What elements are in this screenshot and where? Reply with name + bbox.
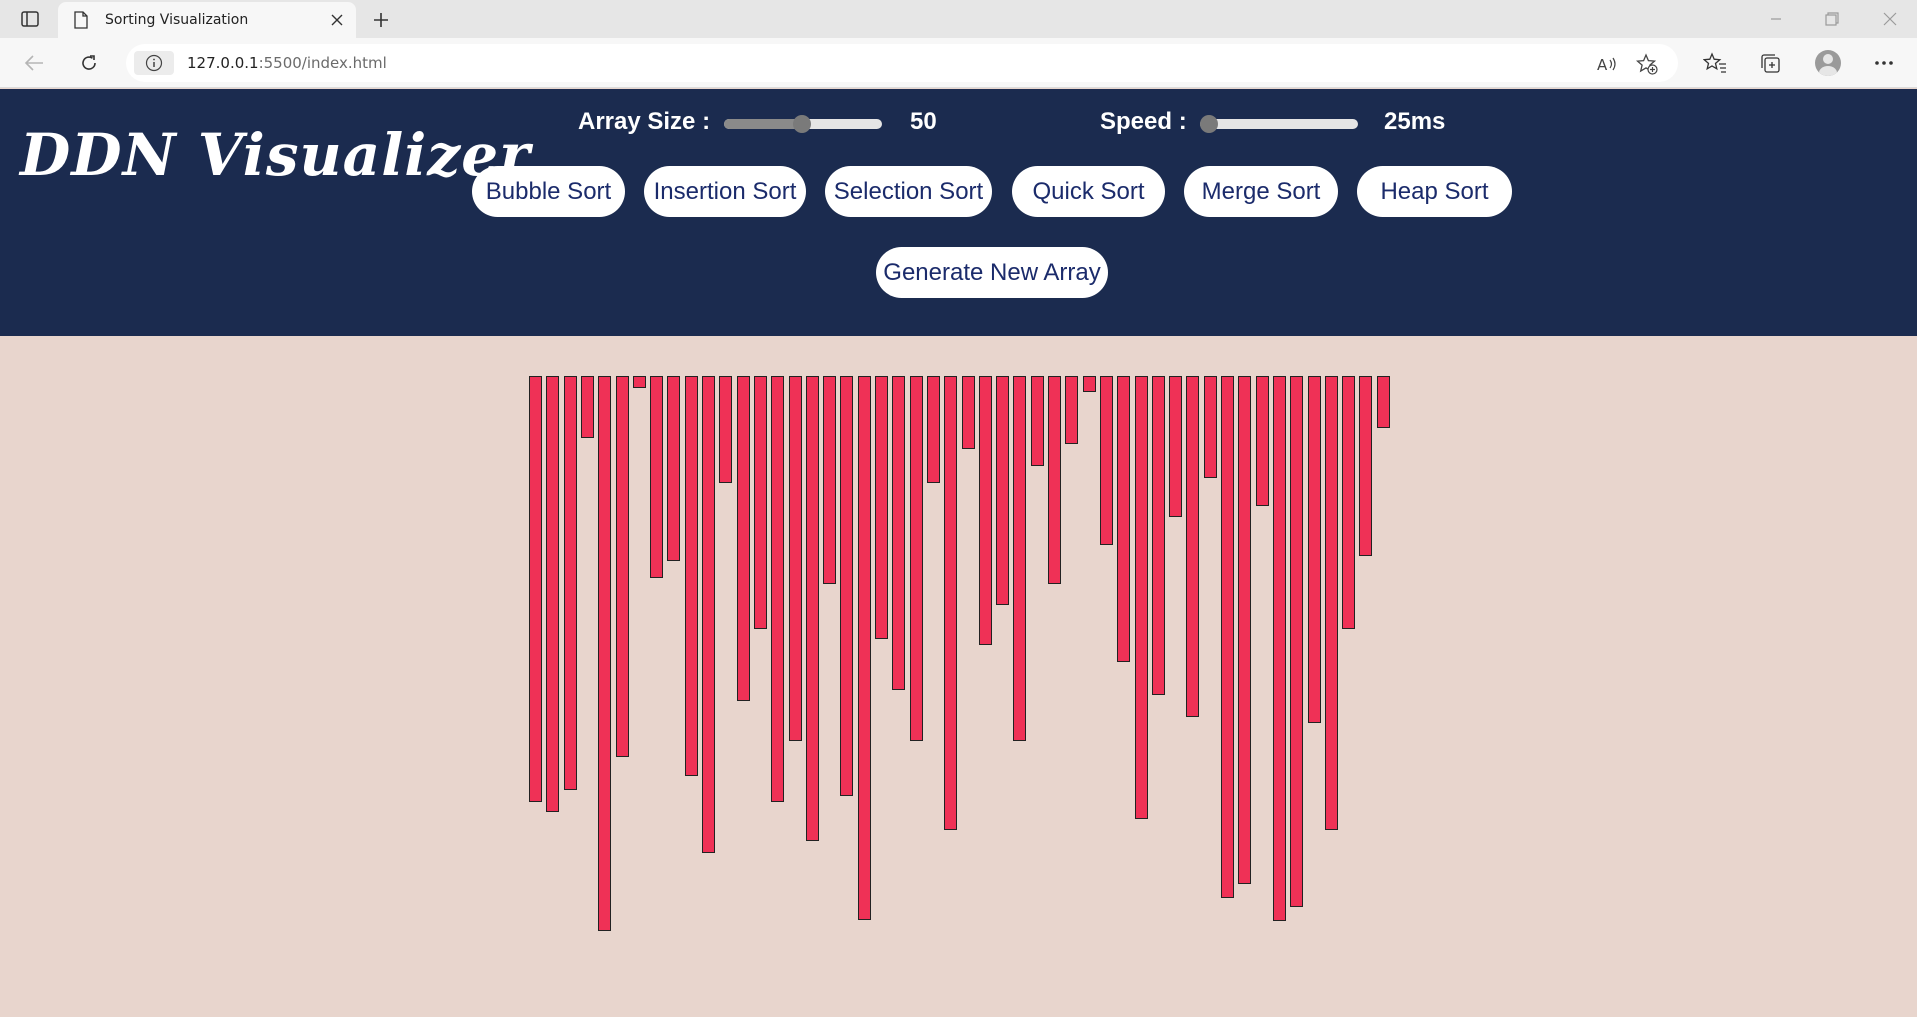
array-bar xyxy=(1238,376,1251,884)
array-bar xyxy=(1377,376,1390,428)
new-tab-button[interactable] xyxy=(367,6,395,34)
array-bar xyxy=(823,376,836,584)
array-bar xyxy=(944,376,957,830)
array-bar xyxy=(789,376,802,741)
array-bar xyxy=(1290,376,1303,907)
array-bar xyxy=(1221,376,1234,898)
array-bar xyxy=(737,376,750,701)
merge-sort-button[interactable]: Merge Sort xyxy=(1184,166,1338,217)
array-bar xyxy=(1100,376,1113,545)
array-bar xyxy=(529,376,542,802)
array-bar xyxy=(1308,376,1321,723)
array-bar xyxy=(719,376,732,483)
close-window-icon[interactable] xyxy=(1868,4,1912,34)
array-bar xyxy=(1065,376,1078,444)
more-options-icon[interactable] xyxy=(1867,48,1901,78)
array-size-slider-fill xyxy=(724,119,802,129)
array-bar xyxy=(685,376,698,776)
array-bar xyxy=(1325,376,1338,830)
array-bar xyxy=(1117,376,1130,662)
address-bar: 127.0.0.1:5500/index.html A xyxy=(0,38,1917,88)
array-bar xyxy=(771,376,784,802)
array-bar xyxy=(633,376,646,388)
selection-sort-button[interactable]: Selection Sort xyxy=(825,166,992,217)
insertion-sort-button[interactable]: Insertion Sort xyxy=(644,166,806,217)
array-bar xyxy=(1013,376,1026,741)
read-aloud-icon[interactable]: A xyxy=(1594,52,1620,76)
array-bar xyxy=(979,376,992,645)
tab-actions-icon[interactable] xyxy=(14,7,46,31)
array-bar xyxy=(1135,376,1148,819)
browser-tab-bar: Sorting Visualization xyxy=(0,0,1917,38)
array-bar xyxy=(616,376,629,757)
array-bar xyxy=(1048,376,1061,584)
array-size-slider-thumb[interactable] xyxy=(792,115,811,133)
speed-label: Speed : xyxy=(1100,108,1187,135)
array-bar xyxy=(1186,376,1199,717)
site-info-icon[interactable] xyxy=(134,51,174,75)
tab-title: Sorting Visualization xyxy=(105,12,249,28)
back-arrow-icon[interactable] xyxy=(18,48,50,78)
minimize-icon[interactable] xyxy=(1754,4,1798,34)
close-tab-icon[interactable] xyxy=(328,11,346,29)
array-bar xyxy=(564,376,577,790)
array-bar xyxy=(1031,376,1044,466)
bubble-sort-button[interactable]: Bubble Sort xyxy=(472,166,625,217)
profile-avatar[interactable] xyxy=(1815,50,1841,76)
add-favorite-icon[interactable] xyxy=(1634,52,1660,76)
array-bar xyxy=(962,376,975,449)
app-logo: DDN Visualizer xyxy=(20,121,531,189)
array-bar xyxy=(1152,376,1165,695)
svg-text:A: A xyxy=(1597,56,1608,74)
heap-sort-button[interactable]: Heap Sort xyxy=(1357,166,1512,217)
refresh-icon[interactable] xyxy=(73,48,105,78)
array-bar xyxy=(667,376,680,561)
array-size-slider[interactable] xyxy=(724,115,882,133)
array-bar xyxy=(1273,376,1286,921)
array-bar xyxy=(754,376,767,629)
url-text: 127.0.0.1:5500/index.html xyxy=(187,54,387,72)
array-bar xyxy=(581,376,594,438)
array-bar xyxy=(927,376,940,483)
array-bar xyxy=(1342,376,1355,629)
bars-container xyxy=(0,336,1917,1017)
speed-slider-thumb[interactable] xyxy=(1200,115,1218,133)
browser-tab[interactable]: Sorting Visualization xyxy=(58,2,356,38)
array-bar xyxy=(892,376,905,690)
speed-value: 25ms xyxy=(1384,108,1446,135)
favorites-icon[interactable] xyxy=(1698,48,1732,78)
array-bar xyxy=(1359,376,1372,556)
generate-new-array-button[interactable]: Generate New Array xyxy=(876,247,1108,298)
array-size-value: 50 xyxy=(910,108,937,135)
array-bar xyxy=(910,376,923,741)
array-bar xyxy=(806,376,819,841)
array-bar xyxy=(1256,376,1269,506)
page-icon xyxy=(74,11,88,34)
array-bar xyxy=(650,376,663,578)
quick-sort-button[interactable]: Quick Sort xyxy=(1012,166,1165,217)
speed-slider[interactable] xyxy=(1200,115,1358,133)
app-header: DDN Visualizer Array Size : 50 Speed : 2… xyxy=(0,89,1917,336)
array-bar xyxy=(996,376,1009,605)
array-bar xyxy=(1169,376,1182,517)
array-bar xyxy=(840,376,853,796)
array-size-label: Array Size : xyxy=(578,108,711,135)
array-bar xyxy=(702,376,715,853)
array-bar xyxy=(1083,376,1096,392)
collections-icon[interactable] xyxy=(1753,48,1787,78)
array-bar xyxy=(546,376,559,812)
url-path: :5500/index.html xyxy=(258,54,387,72)
restore-icon[interactable] xyxy=(1810,4,1854,34)
array-bar xyxy=(598,376,611,931)
url-host: 127.0.0.1 xyxy=(187,54,259,72)
array-bar xyxy=(875,376,888,639)
array-bar xyxy=(1204,376,1217,478)
array-bar xyxy=(858,376,871,920)
url-field[interactable]: 127.0.0.1:5500/index.html A xyxy=(126,44,1678,82)
